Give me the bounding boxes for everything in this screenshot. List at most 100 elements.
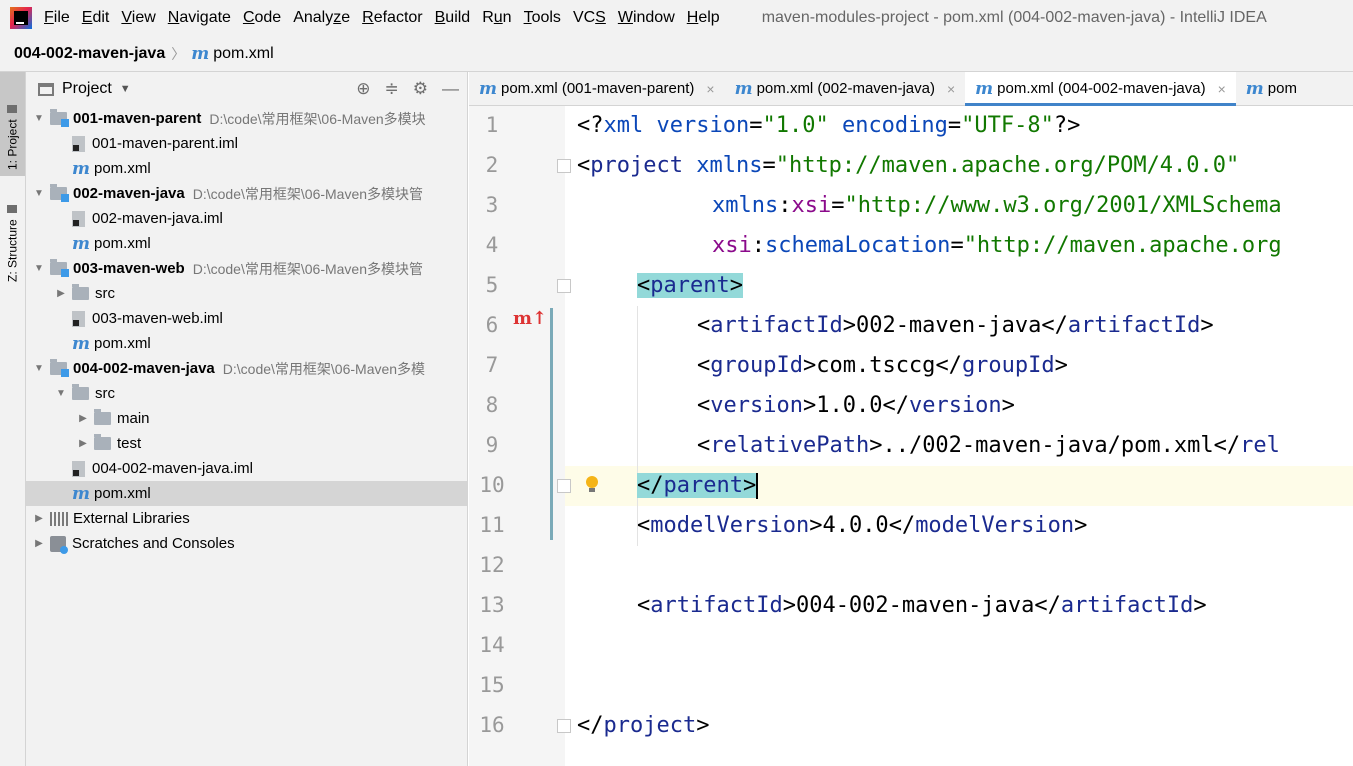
menu-window[interactable]: Window — [618, 9, 687, 27]
breadcrumb-file[interactable]: pom.xml — [213, 45, 273, 63]
tree-item[interactable]: ▼ 001-maven-parent D:\code\常用框架\06-Maven多模… — [26, 106, 467, 131]
tree-item[interactable]: ▼ src — [26, 381, 467, 406]
line-number: 6 — [485, 313, 499, 337]
tree-item[interactable]: ▼ 003-maven-web D:\code\常用框架\06-Maven多模块管 — [26, 256, 467, 281]
line-number: 1 — [485, 113, 499, 137]
menu-vcs[interactable]: VCS — [573, 9, 618, 27]
menu-code[interactable]: Code — [243, 9, 293, 27]
tree-item[interactable]: ▶ main — [26, 406, 467, 431]
menu-build[interactable]: Build — [435, 9, 483, 27]
tree-item-label: test — [117, 435, 142, 452]
tab-structure-tool[interactable]: Z: Structure — [0, 182, 25, 288]
code-line-10: </parent> — [637, 473, 759, 499]
gear-icon[interactable]: ⚙ — [413, 79, 428, 99]
tree-item[interactable]: ▶ src — [26, 281, 467, 306]
tree-item[interactable]: ▶003-maven-web.iml — [26, 306, 467, 331]
editor-tab[interactable]: m pom — [1236, 72, 1307, 105]
chevron-right-icon[interactable]: ▶ — [54, 288, 68, 299]
chevron-down-icon[interactable]: ▼ — [54, 388, 68, 399]
tree-item[interactable]: ▶mpom.xml — [26, 481, 467, 506]
editor-tab[interactable]: m pom.xml (002-maven-java) × — [725, 72, 966, 105]
line-number: 12 — [479, 553, 505, 577]
tree-item[interactable]: ▶004-002-maven-java.iml — [26, 456, 467, 481]
tree-item[interactable]: ▶001-maven-parent.iml — [26, 131, 467, 156]
folder-icon — [72, 384, 89, 400]
structure-icon — [7, 205, 18, 214]
tree-item[interactable]: ▶mpom.xml — [26, 156, 467, 181]
tree-item[interactable]: ▶ External Libraries — [26, 506, 467, 531]
tree-item[interactable]: ▶mpom.xml — [26, 231, 467, 256]
tree-item-label: 002-maven-java — [73, 185, 185, 202]
line-number: 2 — [485, 153, 499, 177]
module-folder-icon — [50, 109, 69, 127]
editor-tab-label: pom.xml (004-002-maven-java) — [997, 80, 1206, 97]
close-icon[interactable]: × — [706, 81, 714, 97]
maven-file-icon: m — [72, 233, 90, 254]
close-icon[interactable]: × — [947, 81, 955, 97]
project-tree: ▼ 001-maven-parent D:\code\常用框架\06-Maven多模… — [26, 106, 467, 556]
chevron-down-icon[interactable]: ▼ — [32, 188, 46, 199]
close-icon[interactable]: × — [1218, 81, 1226, 97]
chevron-right-icon[interactable]: ▶ — [32, 538, 46, 549]
tree-item[interactable]: ▼ 004-002-maven-java D:\code\常用框架\06-Maven… — [26, 356, 467, 381]
editor-tab[interactable]: m pom.xml (004-002-maven-java) × — [965, 72, 1236, 106]
chevron-right-icon[interactable]: ▶ — [76, 438, 90, 449]
project-panel-title[interactable]: Project — [62, 80, 112, 98]
override-parent-icon[interactable]: m↑ — [513, 308, 547, 329]
menu-help[interactable]: Help — [687, 9, 732, 27]
tree-item[interactable]: ▶ Scratches and Consoles — [26, 531, 467, 556]
tab-structure-label: Z: Structure — [5, 219, 20, 282]
code-area[interactable]: <?xml version="1.0" encoding="UTF-8"?> <… — [565, 106, 1353, 766]
chevron-down-icon[interactable]: ▼ — [32, 113, 46, 124]
menu-analyze[interactable]: Analyze — [293, 9, 362, 27]
menu-view[interactable]: View — [121, 9, 167, 27]
hide-icon[interactable]: — — [442, 79, 459, 99]
tree-item-label: pom.xml — [94, 235, 151, 252]
module-folder-icon — [50, 184, 69, 202]
line-number: 7 — [485, 353, 499, 377]
chevron-down-icon[interactable]: ▼ — [32, 263, 46, 274]
editor-gutter: m↑ 1 2 3 4 5 6 7 8 9 10 11 12 13 14 15 16 — [469, 106, 571, 766]
dropdown-caret-icon[interactable]: ▼ — [120, 83, 131, 95]
panel-actions: ⊕ ≑ ⚙ — — [356, 72, 459, 106]
editor-tab[interactable]: m pom.xml (001-maven-parent) × — [469, 72, 725, 105]
scratches-icon — [50, 535, 68, 554]
module-folder-icon — [50, 259, 69, 277]
code-line-5: <parent> — [637, 273, 743, 298]
menu-items: File Edit View Navigate Code Analyze Refactor B… — [44, 9, 732, 27]
tree-item[interactable]: ▶mpom.xml — [26, 331, 467, 356]
tree-item[interactable]: ▼ 002-maven-java D:\code\常用框架\06-Maven多模块管 — [26, 181, 467, 206]
code-line-11: <modelVersion>4.0.0</modelVersion> — [637, 513, 1088, 538]
editor: m pom.xml (001-maven-parent) × m pom.xml (00… — [469, 72, 1353, 766]
menu-edit[interactable]: Edit — [82, 9, 122, 27]
menu-file[interactable]: File — [44, 9, 82, 27]
maven-file-icon: m — [72, 158, 90, 179]
menu-run[interactable]: Run — [482, 9, 523, 27]
chevron-right-icon[interactable]: ▶ — [76, 413, 90, 424]
line-number: 9 — [485, 433, 499, 457]
tree-item-label: src — [95, 385, 115, 402]
menu-tools[interactable]: Tools — [524, 9, 573, 27]
menu-refactor[interactable]: Refactor — [362, 9, 434, 27]
line-number: 10 — [479, 473, 505, 497]
locate-icon[interactable]: ⊕ — [356, 79, 370, 99]
tree-item-label: External Libraries — [73, 510, 190, 527]
tab-project-tool[interactable]: 1: Project — [0, 72, 25, 176]
maven-file-icon: m — [734, 78, 753, 99]
folder-icon — [94, 409, 111, 425]
maven-file-icon: m — [72, 333, 90, 354]
collapse-all-icon[interactable]: ≑ — [385, 79, 399, 99]
chevron-right-icon: 〉 — [171, 45, 186, 62]
menu-navigate[interactable]: Navigate — [168, 9, 243, 27]
chevron-down-icon[interactable]: ▼ — [32, 363, 46, 374]
code-line-7: <groupId>com.tsccg</groupId> — [697, 353, 1068, 378]
breadcrumb: 004-002-maven-java 〉 m pom.xml — [0, 36, 1353, 72]
breadcrumb-project[interactable]: 004-002-maven-java — [14, 45, 165, 63]
iml-file-icon — [72, 210, 85, 227]
line-number: 11 — [479, 513, 505, 537]
tree-item-label: 004-002-maven-java.iml — [92, 460, 253, 477]
tree-item[interactable]: ▶002-maven-java.iml — [26, 206, 467, 231]
tree-item[interactable]: ▶ test — [26, 431, 467, 456]
folder-icon — [72, 284, 89, 300]
chevron-right-icon[interactable]: ▶ — [32, 513, 46, 524]
